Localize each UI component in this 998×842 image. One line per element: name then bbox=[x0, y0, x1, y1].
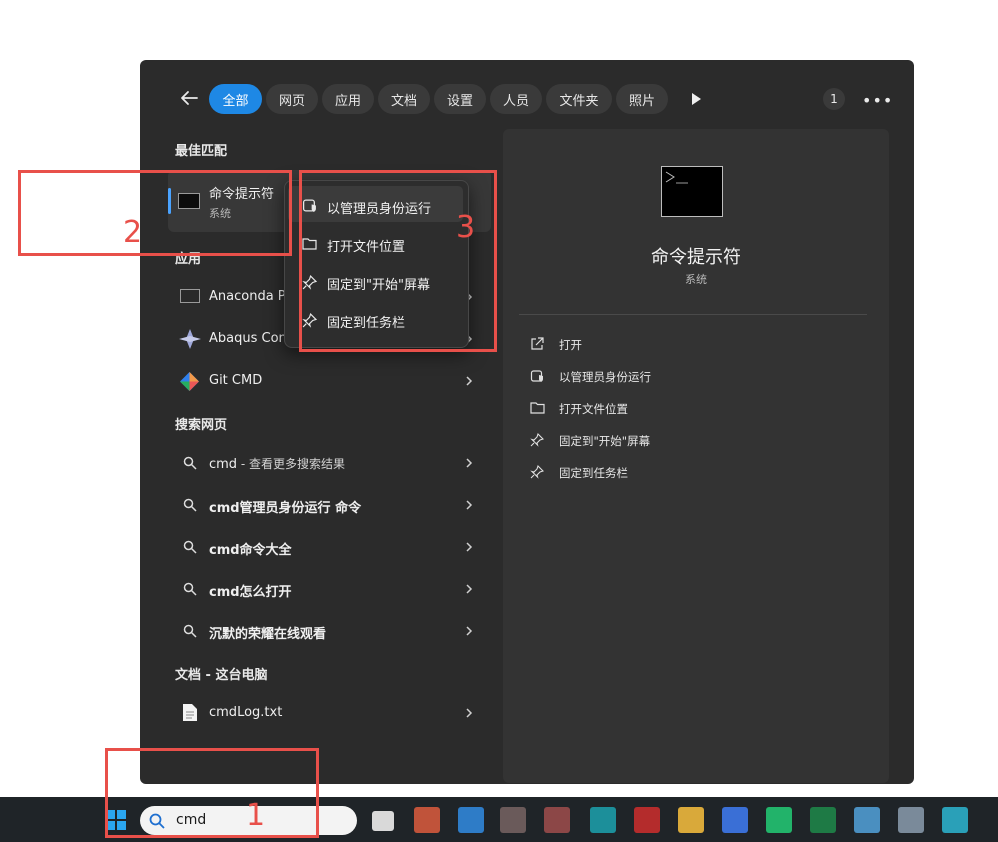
web-result-label: cmd - 查看更多搜索结果 bbox=[209, 455, 345, 472]
filter-tab-documents[interactable]: 文档 bbox=[378, 84, 430, 114]
taskbar-app-icon[interactable] bbox=[766, 807, 792, 833]
taskbar-app-icon[interactable] bbox=[854, 807, 880, 833]
chevron-right-icon[interactable] bbox=[464, 708, 474, 718]
taskbar-app-icon[interactable] bbox=[634, 807, 660, 833]
pin-icon bbox=[530, 433, 544, 447]
play-icon[interactable] bbox=[689, 91, 703, 107]
folder-icon bbox=[530, 402, 545, 414]
annotation-number-1: 1 bbox=[246, 798, 266, 833]
detail-action-label: 打开文件位置 bbox=[559, 402, 628, 416]
annotation-number-3: 3 bbox=[456, 210, 476, 245]
detail-action-label: 以管理员身份运行 bbox=[559, 370, 651, 384]
text-file-icon bbox=[183, 704, 197, 721]
search-icon bbox=[183, 456, 197, 470]
annotation-box-3 bbox=[299, 170, 497, 352]
web-result-label: cmd命令大全 bbox=[209, 543, 292, 558]
filter-tab-settings[interactable]: 设置 bbox=[434, 84, 486, 114]
web-result-label: cmd管理员身份运行 命令 bbox=[209, 501, 362, 516]
app-item-label: Git CMD bbox=[209, 373, 263, 388]
detail-action-label: 固定到"开始"屏幕 bbox=[559, 434, 651, 448]
search-icon bbox=[183, 582, 197, 596]
taskbar-app-icon[interactable] bbox=[458, 807, 484, 833]
web-result-query: cmd bbox=[209, 457, 238, 472]
abaqus-icon bbox=[179, 329, 201, 349]
annotation-number-2: 2 bbox=[123, 215, 143, 250]
app-item-label: Abaqus Con bbox=[209, 331, 287, 346]
filter-tab-photos[interactable]: 照片 bbox=[616, 84, 668, 114]
open-external-icon bbox=[531, 337, 544, 350]
detail-subtitle: 系统 bbox=[685, 273, 707, 286]
chevron-right-icon[interactable] bbox=[464, 458, 474, 468]
documents-heading: 文档 - 这台电脑 bbox=[175, 668, 268, 683]
taskbar-app-icon[interactable] bbox=[942, 807, 968, 833]
git-cmd-icon bbox=[180, 372, 199, 391]
anaconda-prompt-icon bbox=[180, 289, 200, 303]
web-result-label: 沉默的荣耀在线观看 bbox=[209, 627, 327, 642]
more-options-icon[interactable]: ••• bbox=[862, 91, 893, 110]
rewards-count-badge[interactable]: 1 bbox=[823, 88, 845, 110]
web-result-suffix: - 查看更多搜索结果 bbox=[237, 457, 346, 471]
task-view-icon[interactable] bbox=[372, 811, 394, 831]
taskbar-app-icon[interactable] bbox=[414, 807, 440, 833]
filter-tab-people[interactable]: 人员 bbox=[490, 84, 542, 114]
detail-action-label: 固定到任务栏 bbox=[559, 466, 628, 480]
back-arrow-icon[interactable] bbox=[177, 86, 201, 110]
taskbar-app-icon[interactable] bbox=[810, 807, 836, 833]
taskbar-app-icon[interactable] bbox=[500, 807, 526, 833]
detail-action-label: 打开 bbox=[559, 338, 582, 352]
taskbar-app-icon[interactable] bbox=[678, 807, 704, 833]
shield-icon bbox=[530, 370, 543, 382]
web-result-label: cmd怎么打开 bbox=[209, 585, 292, 600]
pin-icon bbox=[530, 465, 544, 479]
annotation-box-1 bbox=[105, 748, 319, 838]
detail-divider bbox=[519, 314, 867, 315]
filter-tab-folders[interactable]: 文件夹 bbox=[546, 84, 612, 114]
detail-pane bbox=[503, 129, 889, 783]
taskbar-app-icon[interactable] bbox=[544, 807, 570, 833]
filter-tab-all[interactable]: 全部 bbox=[209, 84, 262, 114]
chevron-right-icon[interactable] bbox=[464, 626, 474, 636]
taskbar-app-icon[interactable] bbox=[590, 807, 616, 833]
search-icon bbox=[183, 540, 197, 554]
filter-tab-web[interactable]: 网页 bbox=[266, 84, 318, 114]
chevron-right-icon[interactable] bbox=[464, 500, 474, 510]
chevron-right-icon[interactable] bbox=[464, 376, 474, 386]
best-match-heading: 最佳匹配 bbox=[175, 144, 228, 159]
taskbar-app-icon[interactable] bbox=[898, 807, 924, 833]
command-prompt-large-icon bbox=[661, 166, 723, 217]
detail-title: 命令提示符 bbox=[651, 247, 741, 268]
chevron-right-icon[interactable] bbox=[464, 584, 474, 594]
annotation-box-2 bbox=[18, 170, 292, 256]
web-search-heading: 搜索网页 bbox=[175, 418, 228, 433]
filter-tab-apps[interactable]: 应用 bbox=[322, 84, 374, 114]
document-item-label: cmdLog.txt bbox=[209, 705, 283, 720]
app-item-label: Anaconda P bbox=[209, 289, 286, 304]
search-icon bbox=[183, 498, 197, 512]
search-icon bbox=[183, 624, 197, 638]
chevron-right-icon[interactable] bbox=[464, 542, 474, 552]
taskbar-app-icon[interactable] bbox=[722, 807, 748, 833]
